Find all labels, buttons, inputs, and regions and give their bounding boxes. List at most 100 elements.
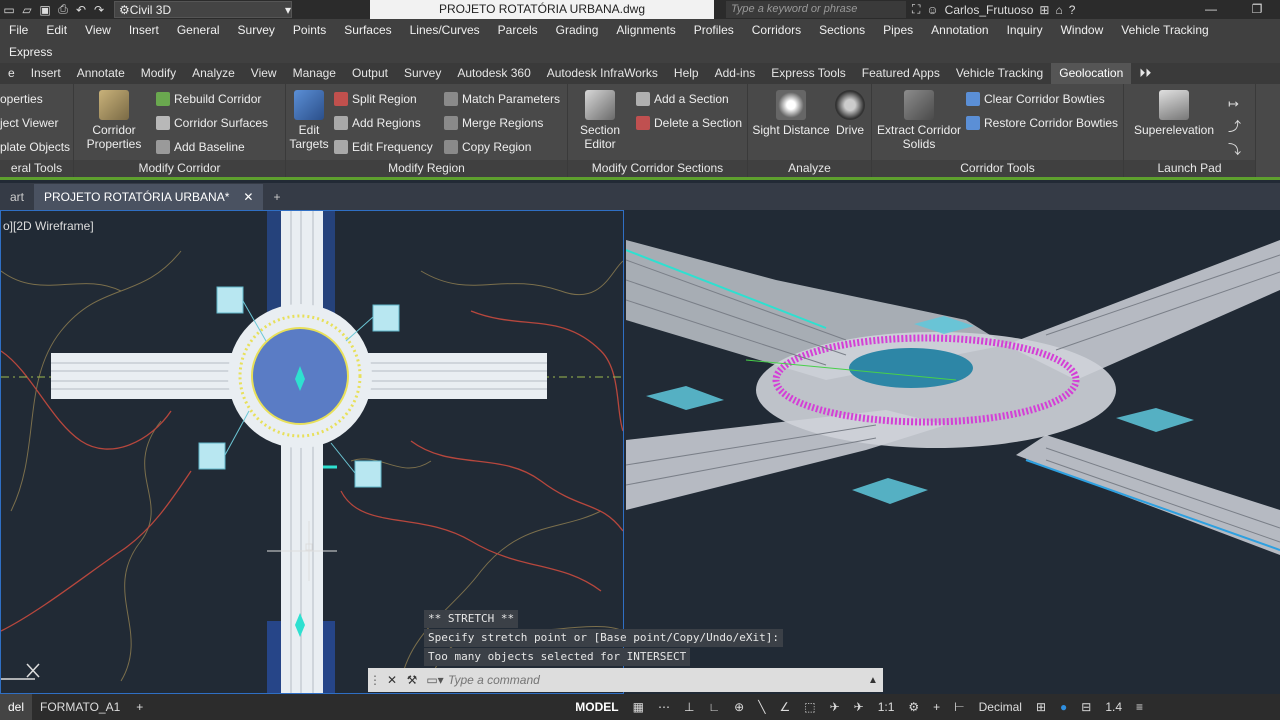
workspace-selector[interactable]: ⚙ Civil 3D ▾ xyxy=(114,1,292,18)
close-icon[interactable]: ✕ xyxy=(382,673,402,687)
document-tab[interactable]: PROJETO ROTATÓRIA URBANA* ✕ xyxy=(34,184,264,210)
edit-targets-button[interactable]: Edit Targets xyxy=(288,90,330,151)
ribbon-tab[interactable]: Autodesk InfraWorks xyxy=(539,63,666,84)
menu-item[interactable]: Edit xyxy=(37,23,76,37)
add-section-button[interactable]: Add a Section xyxy=(636,88,729,110)
otrack-icon[interactable]: ∠ xyxy=(773,700,796,714)
search-input[interactable]: Type a keyword or phrase xyxy=(726,1,906,18)
add-baseline-button[interactable]: Add Baseline xyxy=(156,136,245,158)
ribbon-tab[interactable]: Autodesk 360 xyxy=(449,63,538,84)
layout-tab[interactable]: FORMATO_A1 xyxy=(32,694,128,720)
menu-item[interactable]: Vehicle Tracking xyxy=(1112,23,1217,37)
panel-title-general[interactable]: eral Tools xyxy=(0,160,73,177)
model-space-toggle[interactable]: MODEL xyxy=(569,700,624,714)
edit-frequency-button[interactable]: Edit Frequency xyxy=(334,136,433,158)
menu-item[interactable]: Alignments xyxy=(607,23,684,37)
customize-icon[interactable]: ≡ xyxy=(1130,700,1149,714)
annotation-scale-icon[interactable]: ✈ xyxy=(848,700,870,714)
ribbon-tab[interactable]: Manage xyxy=(285,63,344,84)
start-tab[interactable]: art xyxy=(0,184,34,210)
command-prompt-icon[interactable]: ▭▾ xyxy=(422,673,448,687)
drive-button[interactable]: Drive xyxy=(832,90,868,137)
ribbon-tab[interactable]: Output xyxy=(344,63,396,84)
section-editor-button[interactable]: Section Editor xyxy=(574,90,626,151)
print-icon[interactable]: ⎙ xyxy=(54,2,72,17)
menu-item[interactable]: Inquiry xyxy=(998,23,1052,37)
minimize-icon[interactable]: — xyxy=(1188,0,1234,19)
ribbon-tab[interactable]: Annotate xyxy=(69,63,133,84)
match-parameters-button[interactable]: Match Parameters xyxy=(444,88,560,110)
add-regions-button[interactable]: Add Regions xyxy=(334,112,421,134)
ribbon-tab[interactable]: Analyze xyxy=(184,63,243,84)
value-readout[interactable]: 1.4 xyxy=(1099,700,1128,714)
ribbon-tab[interactable]: Geolocation xyxy=(1051,63,1132,84)
save-icon[interactable]: ▣ xyxy=(36,2,54,17)
menu-item[interactable]: Express xyxy=(0,45,61,59)
menu-item[interactable]: Annotation xyxy=(922,23,997,37)
new-file-icon[interactable]: ▭ xyxy=(0,2,18,17)
infer-icon[interactable]: ⊥ xyxy=(678,700,700,714)
wrench-icon[interactable]: ⚒ xyxy=(402,673,422,687)
menu-item[interactable]: Surfaces xyxy=(335,23,400,37)
menu-item[interactable]: Window xyxy=(1052,23,1113,37)
command-input[interactable] xyxy=(448,670,863,690)
menu-item[interactable]: File xyxy=(0,23,37,37)
ribbon-tab[interactable]: Survey xyxy=(396,63,449,84)
add-tab-icon[interactable]: + xyxy=(263,184,290,210)
restore-bowties-button[interactable]: Restore Corridor Bowties xyxy=(966,112,1118,134)
snap-icon[interactable]: ⋯ xyxy=(652,700,676,714)
menu-item[interactable]: Parcels xyxy=(489,23,547,37)
merge-regions-button[interactable]: Merge Regions xyxy=(444,112,543,134)
ribbon-tab[interactable]: Modify xyxy=(133,63,184,84)
ribbon-tab[interactable]: Add-ins xyxy=(707,63,764,84)
menu-item[interactable]: Points xyxy=(284,23,335,37)
ribbon-tab[interactable]: e xyxy=(0,63,23,84)
properties-icon[interactable]: ⊞ xyxy=(1030,700,1052,714)
more-tabs-icon[interactable]: ⏵⏵ xyxy=(1131,63,1159,84)
open-folder-icon[interactable]: ▱ xyxy=(18,2,36,17)
ribbon-tab[interactable]: Help xyxy=(666,63,707,84)
cart-icon[interactable]: ⊞ xyxy=(1039,3,1049,17)
menu-item[interactable]: Lines/Curves xyxy=(401,23,489,37)
ribbon-tab[interactable]: Vehicle Tracking xyxy=(948,63,1051,84)
menu-item[interactable]: Profiles xyxy=(685,23,743,37)
ribbon-tab[interactable]: Insert xyxy=(23,63,69,84)
scale-value[interactable]: 1:1 xyxy=(872,700,901,714)
superelevation-button[interactable]: Superelevation xyxy=(1130,90,1218,137)
redo-icon[interactable]: ↷ xyxy=(90,2,108,17)
selection-icon[interactable]: ⬚ xyxy=(798,700,821,714)
template-objects-button[interactable]: plate Objects xyxy=(0,136,70,158)
ribbon-tab[interactable]: Express Tools xyxy=(763,63,853,84)
corridor-properties-button[interactable]: Corridor Properties xyxy=(82,90,146,151)
osnap-icon[interactable]: ╲ xyxy=(752,700,771,714)
panel-title-modify-corridor[interactable]: Modify Corridor xyxy=(74,160,285,177)
properties-button[interactable]: operties xyxy=(0,88,43,110)
ribbon-tab[interactable]: Featured Apps xyxy=(854,63,948,84)
copy-region-button[interactable]: Copy Region xyxy=(444,136,531,158)
hardware-icon[interactable]: ⊟ xyxy=(1075,700,1097,714)
menu-item[interactable]: General xyxy=(168,23,229,37)
menu-item[interactable]: Pipes xyxy=(874,23,922,37)
menu-item[interactable]: Survey xyxy=(229,23,284,37)
panel-title-launch-pad[interactable]: Launch Pad xyxy=(1124,160,1255,177)
user-name[interactable]: Carlos_Frutuoso xyxy=(945,3,1034,17)
sight-distance-button[interactable]: Sight Distance xyxy=(752,90,830,137)
maximize-icon[interactable]: ❐ xyxy=(1234,0,1280,19)
help-icon[interactable]: ? xyxy=(1069,3,1076,17)
undo-icon[interactable]: ↶ xyxy=(72,2,90,17)
corridor-surfaces-button[interactable]: Corridor Surfaces xyxy=(156,112,268,134)
rebuild-corridor-button[interactable]: Rebuild Corridor xyxy=(156,88,261,110)
menu-item[interactable]: Sections xyxy=(810,23,874,37)
exchange-icon[interactable]: ⌂ xyxy=(1055,3,1062,17)
add-icon[interactable]: + xyxy=(927,700,946,714)
extract-corridor-solids-button[interactable]: Extract Corridor Solids xyxy=(876,90,962,151)
add-layout-icon[interactable]: + xyxy=(128,694,151,720)
delete-section-button[interactable]: Delete a Section xyxy=(636,112,742,134)
menu-item[interactable]: View xyxy=(76,23,120,37)
clear-bowties-button[interactable]: Clear Corridor Bowties xyxy=(966,88,1105,110)
launch-side-icons[interactable]: ↦ ⤴ ⤵ xyxy=(1228,92,1241,161)
ribbon-tab[interactable]: View xyxy=(243,63,285,84)
ortho-icon[interactable]: ∟ xyxy=(702,700,726,714)
menu-item[interactable]: Grading xyxy=(547,23,608,37)
isolate-icon[interactable]: ● xyxy=(1054,700,1073,714)
